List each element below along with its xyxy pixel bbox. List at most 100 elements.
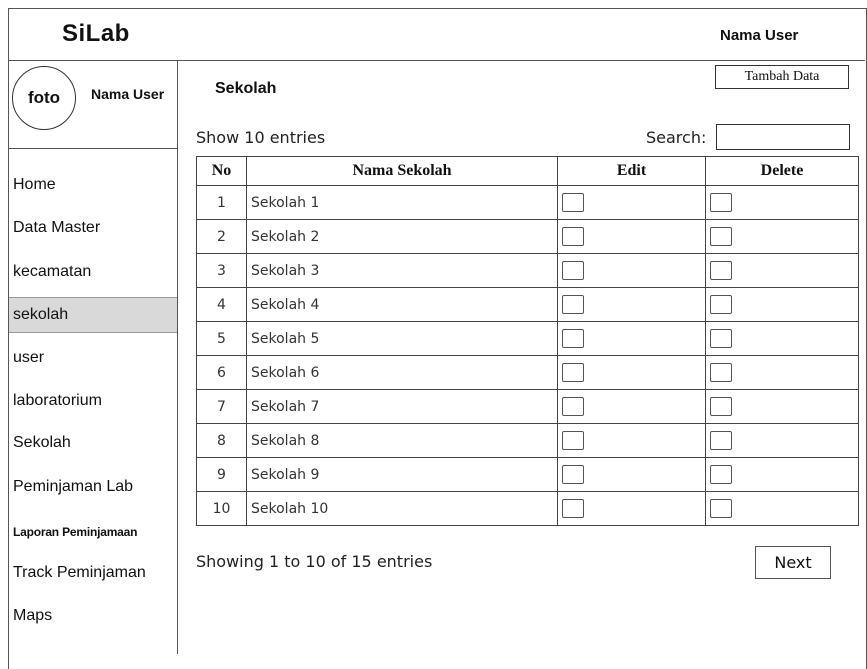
row-number: 9: [196, 457, 247, 492]
sidebar-item-data-master[interactable]: Data Master: [9, 213, 177, 243]
row-number: 6: [196, 355, 247, 390]
table-row: 5 Sekolah 5: [196, 321, 859, 356]
table-row: 3 Sekolah 3: [196, 253, 859, 288]
next-button[interactable]: Next: [755, 546, 831, 579]
edit-cell: [557, 457, 706, 492]
delete-button[interactable]: [710, 261, 732, 280]
row-number: 5: [196, 321, 247, 356]
row-number: 7: [196, 389, 247, 424]
sidebar-user-name: Nama User: [91, 86, 165, 102]
edit-button[interactable]: [562, 431, 584, 450]
delete-button[interactable]: [710, 465, 732, 484]
delete-cell: [705, 491, 859, 526]
table-row: 4 Sekolah 4: [196, 287, 859, 322]
table-row: 7 Sekolah 7: [196, 389, 859, 424]
edit-button[interactable]: [562, 227, 584, 246]
row-number: 1: [196, 185, 247, 220]
sidebar-item-laporan-peminjamaan[interactable]: Laporan Peminjamaan: [9, 517, 177, 547]
table-row: 6 Sekolah 6: [196, 355, 859, 390]
sidebar-item-user[interactable]: user: [9, 343, 177, 373]
sidebar-item-track-peminjaman[interactable]: Track Peminjaman: [9, 558, 177, 588]
column-header-no[interactable]: No: [196, 156, 247, 186]
edit-cell: [557, 355, 706, 390]
school-name: Sekolah 7: [246, 389, 558, 424]
table-row: 1 Sekolah 1: [196, 185, 859, 220]
edit-cell: [557, 287, 706, 322]
row-number: 8: [196, 423, 247, 458]
school-name: Sekolah 10: [246, 491, 558, 526]
school-name: Sekolah 5: [246, 321, 558, 356]
edit-button[interactable]: [562, 363, 584, 382]
app-logo: SiLab: [62, 20, 130, 47]
edit-cell: [557, 321, 706, 356]
school-name: Sekolah 4: [246, 287, 558, 322]
school-name: Sekolah 2: [246, 219, 558, 254]
edit-button[interactable]: [562, 397, 584, 416]
edit-cell: [557, 423, 706, 458]
sidebar-item-peminjaman-lab[interactable]: Peminjaman Lab: [9, 472, 177, 502]
school-name: Sekolah 3: [246, 253, 558, 288]
delete-cell: [705, 253, 859, 288]
delete-cell: [705, 457, 859, 492]
column-header-edit[interactable]: Edit: [557, 156, 706, 186]
edit-button[interactable]: [562, 499, 584, 518]
school-name: Sekolah 8: [246, 423, 558, 458]
row-number: 3: [196, 253, 247, 288]
delete-cell: [705, 185, 859, 220]
delete-button[interactable]: [710, 227, 732, 246]
table-header-row: No Nama Sekolah Edit Delete: [196, 156, 859, 186]
column-header-nama-sekolah[interactable]: Nama Sekolah: [246, 156, 558, 186]
row-number: 4: [196, 287, 247, 322]
edit-button[interactable]: [562, 193, 584, 212]
delete-cell: [705, 423, 859, 458]
table-row: 9 Sekolah 9: [196, 457, 859, 492]
sidebar-item-maps[interactable]: Maps: [9, 601, 177, 631]
delete-cell: [705, 389, 859, 424]
delete-button[interactable]: [710, 397, 732, 416]
row-number: 2: [196, 219, 247, 254]
delete-button[interactable]: [710, 329, 732, 348]
delete-cell: [705, 321, 859, 356]
delete-button[interactable]: [710, 193, 732, 212]
edit-cell: [557, 389, 706, 424]
edit-cell: [557, 491, 706, 526]
edit-button[interactable]: [562, 295, 584, 314]
row-number: 10: [196, 491, 247, 526]
school-name: Sekolah 9: [246, 457, 558, 492]
delete-cell: [705, 355, 859, 390]
sidebar-item-home[interactable]: Home: [9, 170, 177, 200]
edit-button[interactable]: [562, 329, 584, 348]
table-body: 1 Sekolah 1 2 Sekolah 2 3 Sekolah 3 4 Sekolah 4…: [196, 185, 859, 526]
table-row: 8 Sekolah 8: [196, 423, 859, 458]
search-input[interactable]: [716, 124, 850, 150]
delete-button[interactable]: [710, 499, 732, 518]
table-row: 2 Sekolah 2: [196, 219, 859, 254]
delete-cell: [705, 219, 859, 254]
delete-button[interactable]: [710, 431, 732, 450]
page-title: Sekolah: [215, 80, 277, 97]
avatar: foto: [12, 66, 76, 130]
delete-button[interactable]: [710, 363, 732, 382]
top-user-name[interactable]: Nama User: [720, 27, 798, 44]
sidebar-item-kecamatan[interactable]: kecamatan: [9, 257, 177, 287]
edit-button[interactable]: [562, 261, 584, 280]
school-table: No Nama Sekolah Edit Delete 1 Sekolah 12S…: [196, 156, 859, 526]
edit-button[interactable]: [562, 465, 584, 484]
school-name: Sekolah 1: [246, 185, 558, 220]
column-header-delete[interactable]: Delete: [705, 156, 859, 186]
edit-cell: [557, 253, 706, 288]
profile-divider: [9, 148, 177, 149]
show-entries-label[interactable]: Show 10 entries: [196, 128, 325, 147]
sidebar-item-sekolah[interactable]: Sekolah: [9, 428, 177, 458]
add-data-button[interactable]: Tambah Data: [715, 65, 849, 89]
delete-cell: [705, 287, 859, 322]
edit-cell: [557, 185, 706, 220]
sidebar-item-laboratorium[interactable]: laboratorium: [9, 386, 177, 416]
table-row: 10 Sekolah 10: [196, 491, 859, 526]
delete-button[interactable]: [710, 295, 732, 314]
search-label: Search:: [646, 128, 707, 147]
pagination-info: Showing 1 to 10 of 15 entries: [196, 552, 433, 571]
school-name: Sekolah 6: [246, 355, 558, 390]
sidebar-item-sekolah-active[interactable]: sekolah: [9, 297, 177, 333]
edit-cell: [557, 219, 706, 254]
